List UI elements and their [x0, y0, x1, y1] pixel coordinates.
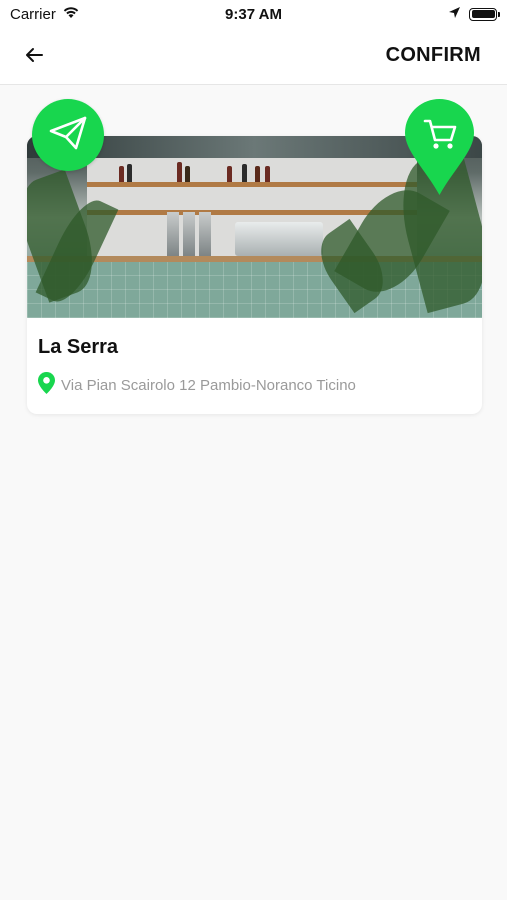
confirm-button[interactable]: CONFIRM — [386, 44, 481, 67]
venue-address: Via Pian Scairolo 12 Pambio-Noranco Tici… — [61, 377, 356, 394]
paper-plane-icon — [49, 116, 87, 155]
arrow-left-icon — [25, 47, 43, 68]
back-button[interactable] — [16, 42, 52, 72]
status-bar: Carrier 9:37 AM — [0, 0, 507, 28]
send-button[interactable] — [32, 99, 104, 171]
map-pin-icon — [38, 372, 55, 399]
status-left: Carrier — [10, 5, 80, 23]
shopping-cart-pin-icon — [405, 99, 474, 195]
venue-name: La Serra — [38, 336, 119, 358]
location-arrow-icon — [448, 6, 461, 23]
status-right — [448, 6, 500, 23]
content-area: La Serra Via Pian Scairolo 12 Pambio-Nor… — [0, 86, 507, 900]
carrier-label: Carrier — [10, 5, 56, 23]
venue-address-row: Via Pian Scairolo 12 Pambio-Noranco Tici… — [38, 372, 356, 399]
nav-bar: CONFIRM — [0, 28, 507, 85]
cart-pin-button[interactable] — [405, 99, 474, 195]
wifi-icon — [62, 5, 80, 23]
battery-icon — [469, 7, 500, 21]
